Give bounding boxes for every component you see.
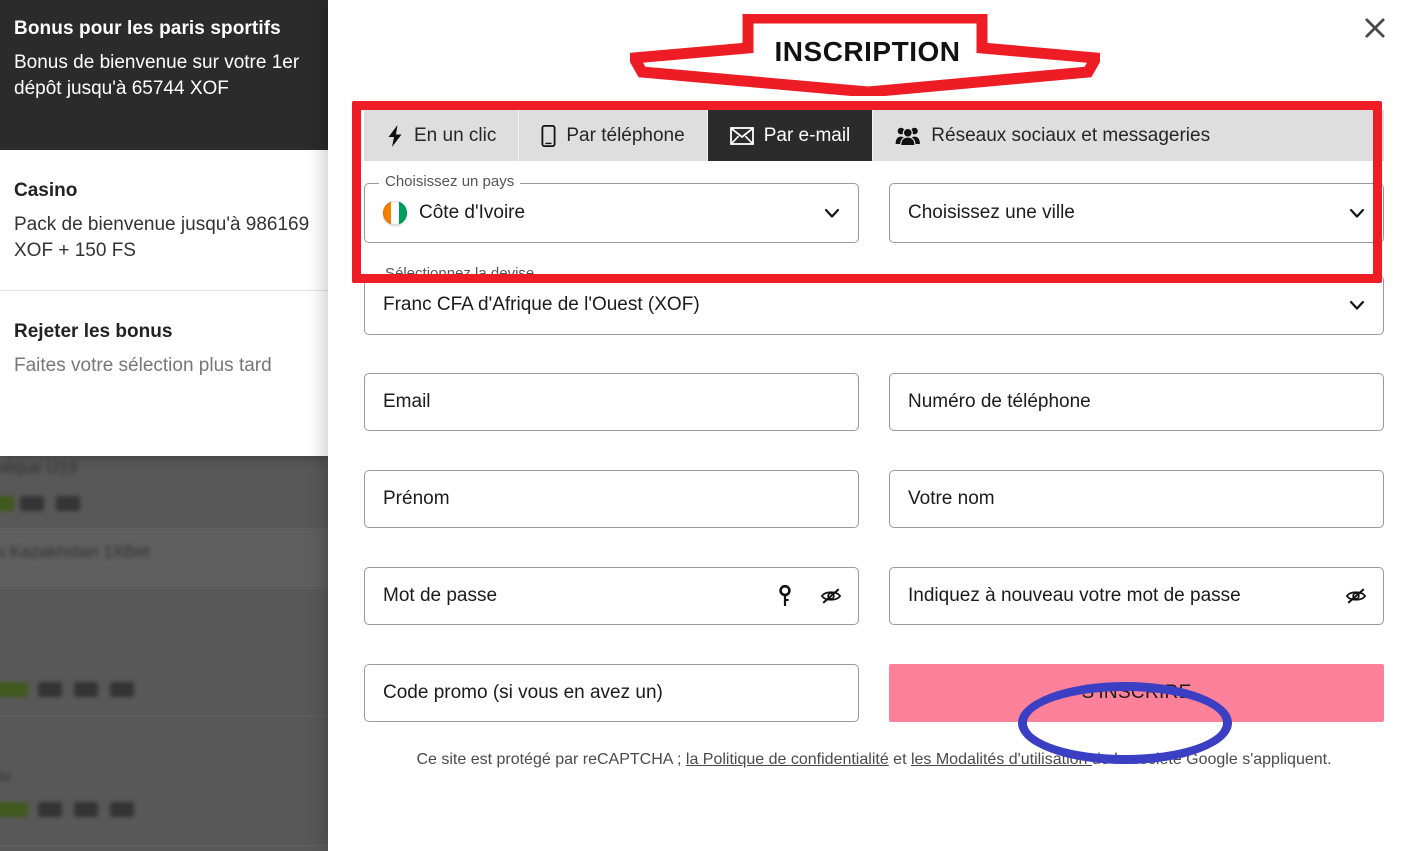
tab-label: Par téléphone (566, 124, 685, 146)
currency-row: Sélectionnez la devise Franc CFA d'Afriq… (364, 266, 1384, 335)
email-field-placeholder: Email (383, 391, 431, 412)
password-field[interactable]: Mot de passe (364, 567, 859, 625)
contact-row: Email Numéro de téléphone (364, 373, 1384, 431)
currency-select-value: Franc CFA d'Afrique de l'Ouest (XOF) (383, 294, 700, 315)
registration-modal: INSCRIPTION En un clic Par téléphone Par… (328, 0, 1407, 851)
background-row (0, 670, 330, 710)
location-row: Choisissez un pays Côte d'Ivoire Choisis… (364, 174, 1384, 243)
bonus-option-reject[interactable]: Rejeter les bonus Faites votre sélection… (0, 291, 328, 405)
country-select-label: Choisissez un pays (379, 174, 521, 189)
legal-prefix: Ce site est protégé par reCAPTCHA ; (416, 751, 686, 768)
firstname-field[interactable]: Prénom (364, 470, 859, 528)
eye-hidden-icon[interactable] (1345, 585, 1367, 607)
password-field-placeholder: Mot de passe (383, 585, 498, 606)
bonus-option-sports[interactable]: Bonus pour les paris sportifs Bonus de b… (0, 0, 328, 150)
page-title: INSCRIPTION (774, 36, 961, 67)
cote-divoire-flag-icon (383, 201, 407, 225)
city-select-placeholder: Choisissez une ville (908, 202, 1075, 223)
people-group-icon (895, 126, 921, 146)
envelope-icon (729, 126, 754, 145)
lastname-field-placeholder: Votre nom (908, 488, 995, 509)
tab-label: Réseaux sociaux et messageries (931, 124, 1211, 146)
legal-middle: et (888, 751, 911, 768)
tab-reseaux-sociaux[interactable]: Réseaux sociaux et messageries (873, 110, 1232, 161)
city-select[interactable]: Choisissez une ville (889, 183, 1384, 243)
password-repeat-field-placeholder: Indiquez à nouveau votre mot de passe (908, 585, 1241, 606)
eye-hidden-icon[interactable] (820, 585, 842, 607)
email-field[interactable]: Email (364, 373, 859, 431)
tab-label: Par e-mail (763, 124, 851, 146)
bonus-option-casino[interactable]: Casino Pack de bienvenue jusqu'à 986169 … (0, 150, 328, 292)
background-row-title: rbu (0, 766, 11, 785)
tab-par-e-mail[interactable]: Par e-mail (707, 110, 874, 161)
password-repeat-field[interactable]: Indiquez à nouveau votre mot de passe (889, 567, 1384, 625)
promo-submit-row: Code promo (si vous en avez un) S'INSCRI… (364, 664, 1384, 722)
key-icon[interactable] (774, 585, 796, 607)
bonus-casino-title: Casino (14, 180, 78, 201)
promo-code-field-placeholder: Code promo (si vous en avez un) (383, 682, 663, 703)
firstname-field-placeholder: Prénom (383, 488, 450, 509)
bonus-reject-subtitle: Faites votre sélection plus tard (14, 355, 272, 377)
recaptcha-legal-text: Ce site est protégé par reCAPTCHA ; la P… (364, 748, 1384, 773)
name-row: Prénom Votre nom (364, 470, 1384, 528)
bonus-sports-subtitle: Bonus de bienvenue sur votre 1er dépôt j… (14, 51, 300, 100)
phone-field-placeholder: Numéro de téléphone (908, 391, 1091, 412)
tab-en-un-clic[interactable]: En un clic (364, 110, 520, 161)
country-select[interactable]: Choisissez un pays Côte d'Ivoire (364, 174, 859, 243)
terms-of-use-link[interactable]: les Modalités d'utilisation (911, 751, 1092, 768)
background-row: rbu (0, 766, 330, 836)
lightning-bolt-icon (386, 124, 404, 147)
legal-suffix: de la société Google s'appliquent. (1091, 751, 1332, 768)
chevron-down-icon (1347, 295, 1367, 315)
bonus-selection-panel: Bonus pour les paris sportifs Bonus de b… (0, 0, 328, 456)
tab-par-telephone[interactable]: Par téléphone (519, 110, 708, 161)
lastname-field[interactable]: Votre nom (889, 470, 1384, 528)
bonus-casino-subtitle: Pack de bienvenue jusqu'à 986169 XOF + 1… (14, 214, 310, 262)
registration-method-tabs: En un clic Par téléphone Par e-mail Rése… (364, 110, 1384, 161)
background-row-title: du Kazakhstan 1XBet (0, 542, 150, 561)
background-row: chèque U19 (0, 458, 330, 538)
submit-button[interactable]: S'INSCRIRE (889, 664, 1384, 722)
privacy-policy-link[interactable]: la Politique de confidentialité (686, 751, 889, 768)
currency-select-label: Sélectionnez la devise (379, 266, 541, 281)
chevron-down-icon (1347, 203, 1367, 223)
registration-form: En un clic Par téléphone Par e-mail Rése… (364, 110, 1384, 773)
tab-label: En un clic (414, 124, 497, 146)
bonus-reject-title: Rejeter les bonus (14, 321, 173, 343)
chevron-down-icon (822, 203, 842, 223)
currency-select[interactable]: Sélectionnez la devise Franc CFA d'Afriq… (364, 266, 1384, 335)
screen-root: chèque U19 du Kazakhstan 1XBet rbu (0, 0, 1407, 851)
phone-field[interactable]: Numéro de téléphone (889, 373, 1384, 431)
country-select-value: Côte d'Ivoire (419, 202, 526, 223)
password-row: Mot de passe Indiquez à nouveau votre mo… (364, 567, 1384, 625)
background-row: du Kazakhstan 1XBet (0, 542, 330, 582)
background-row-title: chèque U19 (0, 458, 78, 477)
bonus-sports-title: Bonus pour les paris sportifs (14, 18, 281, 39)
promo-code-field[interactable]: Code promo (si vous en avez un) (364, 664, 859, 722)
mobile-phone-icon (541, 124, 556, 147)
